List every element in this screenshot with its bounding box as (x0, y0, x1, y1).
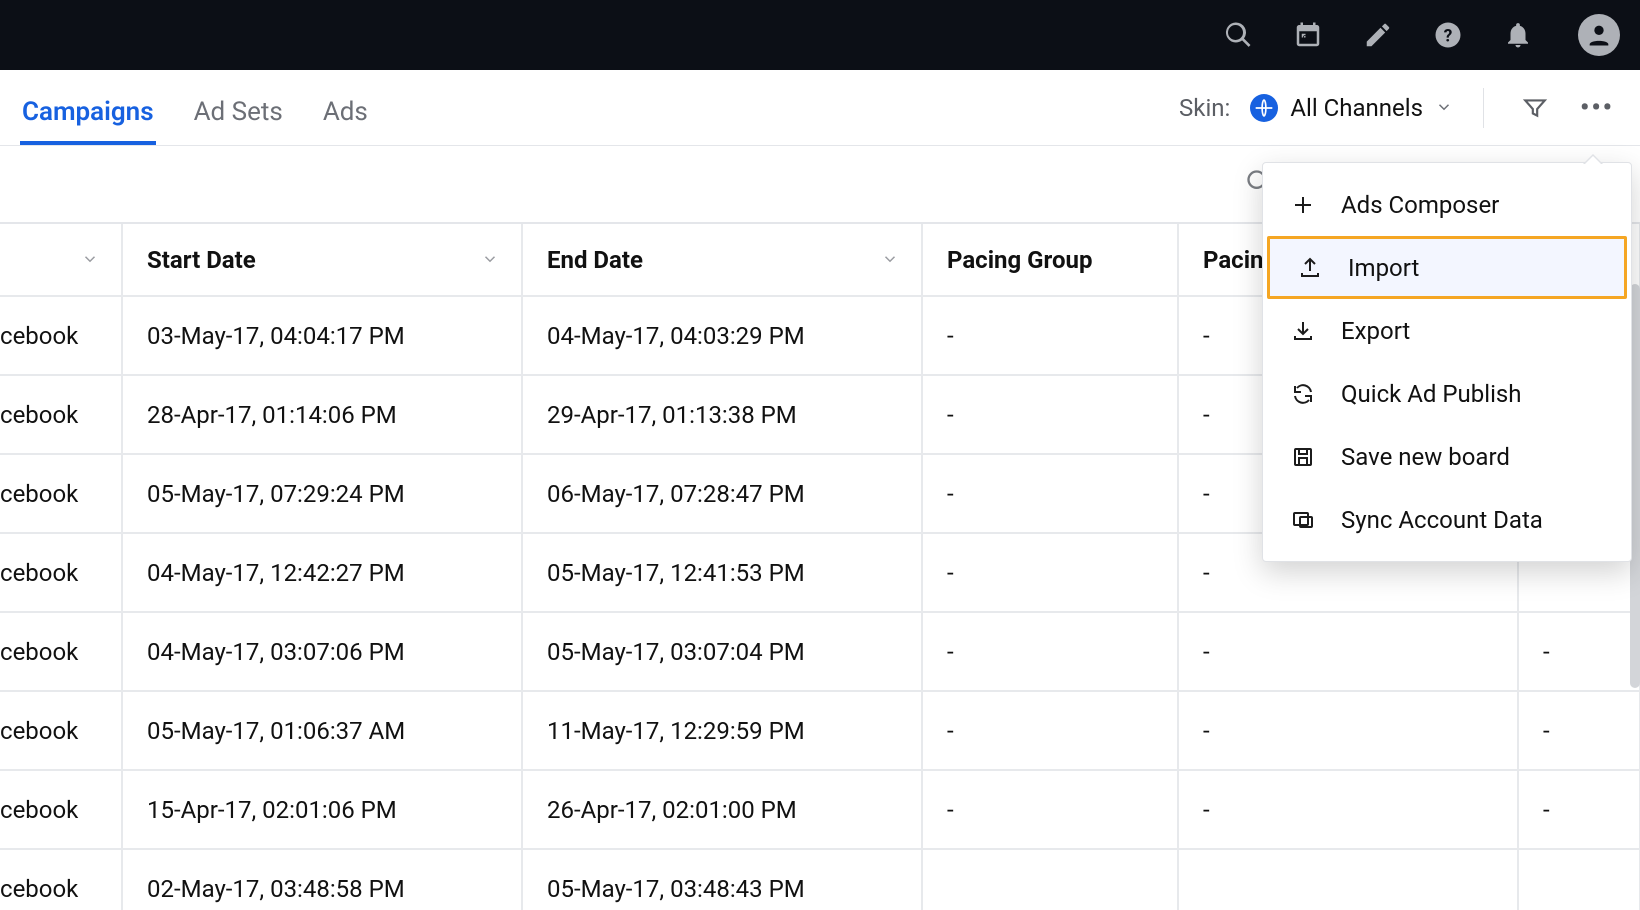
cell-last: - (1518, 612, 1640, 691)
cell-end-date: 05-May-17, 12:41:53 PM (522, 533, 922, 612)
chevron-down-icon (881, 246, 899, 274)
cell-channel: cebook (0, 454, 122, 533)
menu-item-save-new-board[interactable]: Save new board (1263, 425, 1631, 488)
cell-end-date: 04-May-17, 04:03:29 PM (522, 296, 922, 375)
cell-pacing-group: - (922, 770, 1178, 849)
channel-selected-label: All Channels (1290, 94, 1423, 122)
bell-icon[interactable] (1498, 15, 1538, 55)
search-icon[interactable] (1218, 15, 1258, 55)
cell-channel: cebook (0, 296, 122, 375)
menu-item-sync-account-data[interactable]: Sync Account Data (1263, 488, 1631, 551)
tabs-left: Campaigns Ad Sets Ads (22, 70, 368, 145)
skin-label: Skin: (1179, 94, 1230, 122)
table-row[interactable]: cebook15-Apr-17, 02:01:06 PM26-Apr-17, 0… (0, 770, 1640, 849)
cell-end-date: 11-May-17, 12:29:59 PM (522, 691, 922, 770)
menu-item-export[interactable]: Export (1263, 299, 1631, 362)
calendar-icon[interactable]: 04 (1288, 15, 1328, 55)
cell-start-date: 05-May-17, 01:06:37 AM (122, 691, 522, 770)
cell-pacing-group: - (922, 296, 1178, 375)
cell-pacing-group: - (922, 691, 1178, 770)
table-row[interactable]: cebook04-May-17, 03:07:06 PM05-May-17, 0… (0, 612, 1640, 691)
cell-last: - (1518, 691, 1640, 770)
cell-pacing-name (1178, 849, 1518, 910)
cell-pacing-name: - (1178, 770, 1518, 849)
tabs-row: Campaigns Ad Sets Ads Skin: All Channels… (0, 70, 1640, 146)
col-header-end-date[interactable]: End Date (522, 224, 922, 296)
tab-ads[interactable]: Ads (323, 97, 368, 145)
cell-start-date: 05-May-17, 07:29:24 PM (122, 454, 522, 533)
menu-item-label: Ads Composer (1341, 191, 1499, 219)
plus-icon (1289, 191, 1317, 219)
col-header-start-date[interactable]: Start Date (122, 224, 522, 296)
cell-pacing-name: - (1178, 691, 1518, 770)
col-header-label: Start Date (147, 246, 256, 274)
tabs-right: Skin: All Channels ••• (1179, 87, 1618, 129)
table-row[interactable]: cebook02-May-17, 03:48:58 PM05-May-17, 0… (0, 849, 1640, 910)
svg-text:?: ? (1444, 26, 1453, 46)
chevron-down-icon (481, 246, 499, 274)
cell-last: - (1518, 770, 1640, 849)
tab-label: Campaigns (22, 97, 154, 127)
help-icon[interactable]: ? (1428, 15, 1468, 55)
cell-channel: cebook (0, 691, 122, 770)
filter-icon[interactable] (1514, 87, 1556, 129)
menu-item-label: Save new board (1341, 443, 1510, 471)
menu-item-ads-composer[interactable]: Ads Composer (1263, 173, 1631, 236)
cell-channel: cebook (0, 849, 122, 910)
cell-last (1518, 849, 1640, 910)
tab-label: Ad Sets (194, 97, 283, 127)
cell-start-date: 15-Apr-17, 02:01:06 PM (122, 770, 522, 849)
avatar-icon[interactable] (1578, 14, 1620, 56)
cell-pacing-group: - (922, 375, 1178, 454)
cell-end-date: 06-May-17, 07:28:47 PM (522, 454, 922, 533)
cell-channel: cebook (0, 375, 122, 454)
cell-pacing-group: - (922, 612, 1178, 691)
col-header-label: End Date (547, 246, 643, 274)
col-header-pacing-group[interactable]: Pacing Group (922, 224, 1178, 296)
cell-start-date: 28-Apr-17, 01:14:06 PM (122, 375, 522, 454)
tab-ad-sets[interactable]: Ad Sets (194, 97, 283, 145)
cell-pacing-name: - (1178, 612, 1518, 691)
cell-end-date: 29-Apr-17, 01:13:38 PM (522, 375, 922, 454)
chevron-down-icon (81, 246, 99, 274)
sync-icon (1289, 506, 1317, 534)
cell-end-date: 05-May-17, 03:07:04 PM (522, 612, 922, 691)
save-icon (1289, 443, 1317, 471)
tab-label: Ads (323, 97, 368, 127)
channel-select[interactable]: All Channels (1250, 94, 1453, 122)
chevron-down-icon (1435, 94, 1453, 122)
svg-text:04: 04 (1302, 35, 1314, 46)
refresh-icon (1289, 380, 1317, 408)
menu-item-label: Import (1348, 254, 1419, 282)
download-icon (1289, 317, 1317, 345)
menu-item-label: Export (1341, 317, 1410, 345)
tab-campaigns[interactable]: Campaigns (22, 97, 154, 145)
cell-pacing-group: - (922, 454, 1178, 533)
cell-start-date: 02-May-17, 03:48:58 PM (122, 849, 522, 910)
col-header-label: Pacing Group (947, 246, 1092, 274)
more-menu-icon[interactable]: ••• (1576, 87, 1618, 129)
menu-item-quick-ad-publish[interactable]: Quick Ad Publish (1263, 362, 1631, 425)
cell-channel: cebook (0, 770, 122, 849)
cell-channel: cebook (0, 612, 122, 691)
globe-icon (1250, 94, 1278, 122)
global-topbar: 04 ? (0, 0, 1640, 70)
col-header-channel[interactable] (0, 224, 122, 296)
menu-item-label: Sync Account Data (1341, 506, 1543, 534)
cell-end-date: 05-May-17, 03:48:43 PM (522, 849, 922, 910)
cell-start-date: 03-May-17, 04:04:17 PM (122, 296, 522, 375)
cell-channel: cebook (0, 533, 122, 612)
divider (1483, 88, 1484, 128)
table-row[interactable]: cebook05-May-17, 01:06:37 AM11-May-17, 1… (0, 691, 1640, 770)
edit-icon[interactable] (1358, 15, 1398, 55)
cell-end-date: 26-Apr-17, 02:01:00 PM (522, 770, 922, 849)
more-actions-menu: Ads Composer Import Export Quick Ad Publish… (1262, 162, 1632, 562)
cell-start-date: 04-May-17, 12:42:27 PM (122, 533, 522, 612)
cell-start-date: 04-May-17, 03:07:06 PM (122, 612, 522, 691)
menu-item-label: Quick Ad Publish (1341, 380, 1522, 408)
cell-pacing-group (922, 849, 1178, 910)
menu-item-import[interactable]: Import (1267, 236, 1627, 299)
cell-pacing-group: - (922, 533, 1178, 612)
upload-icon (1296, 254, 1324, 282)
